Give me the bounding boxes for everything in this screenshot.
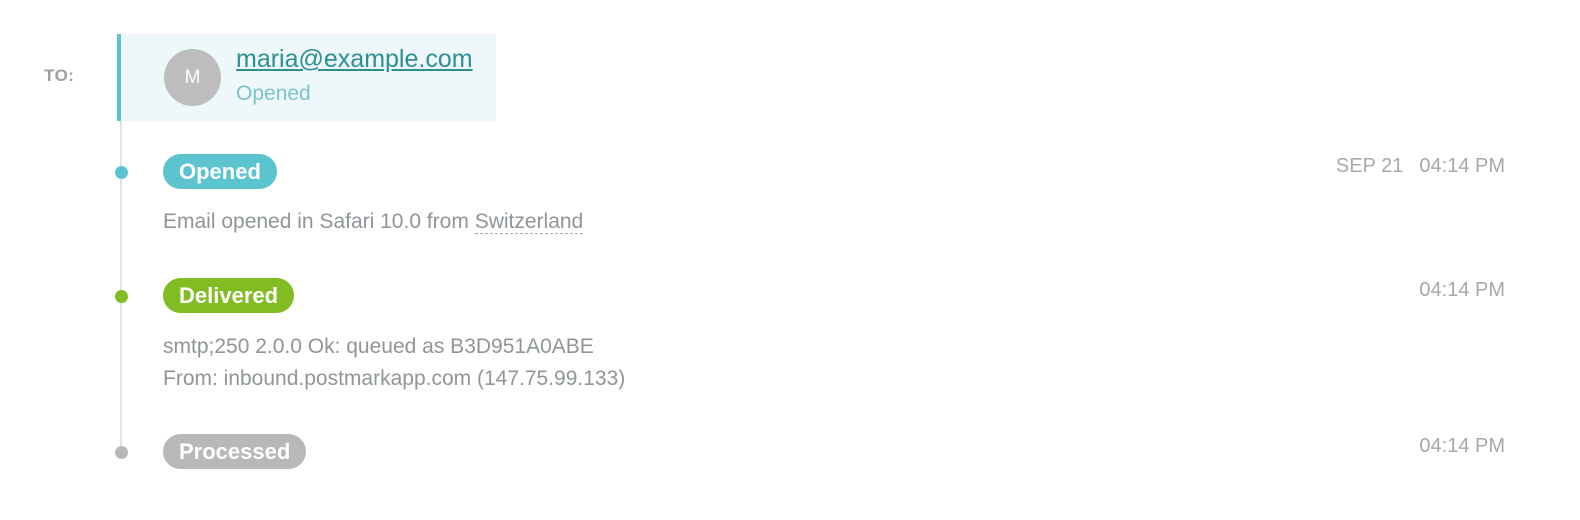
to-label: TO: [44,66,75,85]
timeline-dot-processed [115,446,128,459]
smtp-from-line: From: inbound.postmarkapp.com (147.75.99… [163,367,626,390]
status-badge-delivered: Delivered [163,278,295,313]
event-time-delivered: 04:14 PM [1419,279,1505,302]
event-time-value: 04:14 PM [1419,435,1505,457]
detail-text: Email opened in Safari 10.0 from [163,210,469,233]
message-activity: TO: M maria@example.com Opened Opened SE… [0,0,1580,520]
location-link[interactable]: Switzerland [474,210,584,234]
status-badge-opened: Opened [163,154,277,189]
recipient-status: Opened [236,82,311,105]
event-time-opened: SEP 21 04:14 PM [1336,155,1505,178]
status-badge-processed: Processed [163,434,307,469]
avatar: M [164,49,221,106]
recipient-email-link[interactable]: maria@example.com [236,45,473,74]
event-detail-delivered: smtp;250 2.0.0 Ok: queued as B3D951A0ABE… [163,331,625,395]
timeline-dot-delivered [115,290,128,303]
event-time-processed: 04:14 PM [1419,435,1505,458]
smtp-response-line: smtp;250 2.0.0 Ok: queued as B3D951A0ABE [163,335,594,358]
event-date: SEP 21 [1335,155,1404,177]
event-detail-opened: Email opened in Safari 10.0 from Switzer… [163,206,584,238]
timeline-dot-opened [115,166,128,179]
event-time-value: 04:14 PM [1419,155,1505,177]
event-time-value: 04:14 PM [1419,279,1505,301]
